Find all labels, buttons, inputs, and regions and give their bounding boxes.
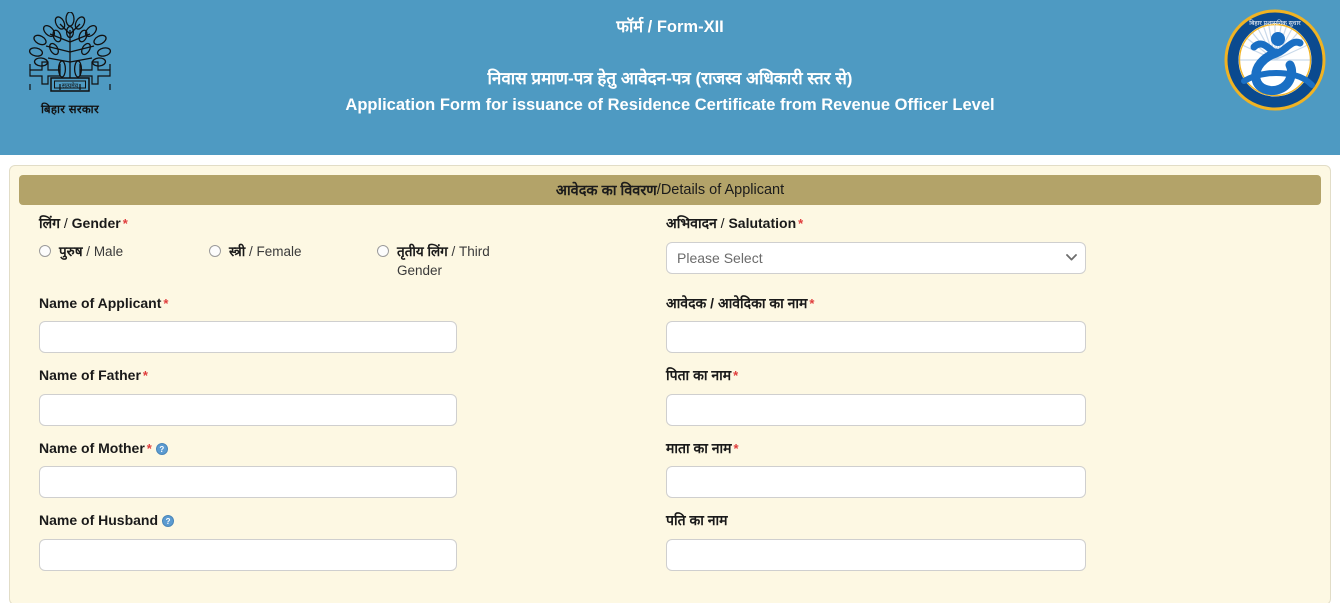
gender-third-hindi: तृतीय लिंग [397,243,448,259]
section-title-english: Details of Applicant [660,182,785,198]
applicant-name-label: Name of Applicant * [39,295,666,313]
page-header: सत्यमेव बिहार सरकार फॉर्म / Form-XII निव… [0,0,1340,155]
gender-required-marker: * [122,216,128,231]
applicant-name-hindi-field-group: आवेदक / आवेदिका का नाम * [666,281,1301,354]
father-name-required-marker: * [142,368,148,384]
gender-label-separator: / [60,215,72,231]
form-subtitle-hindi: निवास प्रमाण-पत्र हेतु आवेदन-पत्र (राजस्… [487,68,853,88]
salutation-required-marker: * [798,216,804,231]
header-titles: फॉर्म / Form-XII निवास प्रमाण-पत्र हेतु … [290,0,1050,116]
mother-name-label-hindi: माता का नाम [666,439,732,456]
husband-name-input[interactable] [39,538,457,571]
gender-label: लिंग / Gender * [39,215,666,233]
applicant-name-label-hindi-wrap: आवेदक / आवेदिका का नाम * [666,295,1301,313]
bihar-government-emblem: सत्यमेव बिहार सरकार [14,12,126,127]
gender-male-english: Male [93,243,124,259]
page-body: आवेदक का विवरण / Details of Applicant लि… [0,155,1340,603]
gender-male-separator: / [82,243,94,259]
salutation-select[interactable]: Please Select [666,241,1086,274]
gender-field-group: लिंग / Gender * पुरुष / Male स्त्री / Fem… [39,205,666,281]
applicant-form-grid: लिंग / Gender * पुरुष / Male स्त्री / Fem… [19,205,1321,571]
gender-female-separator: / [245,243,257,259]
section-header-applicant-details: आवेदक का विवरण / Details of Applicant [19,175,1321,205]
gender-label-english: Gender [71,215,121,231]
husband-name-field-group: Name of Husband? [39,498,666,571]
form-number-title: फॉर्म / Form-XII [616,18,724,36]
husband-name-hindi-input[interactable] [666,538,1086,571]
father-name-hindi-field-group: पिता का नाम * [666,353,1301,426]
radio-icon-male[interactable] [39,244,51,257]
applicant-name-hindi-input[interactable] [666,321,1086,354]
mother-name-label: Name of Mother *? [39,440,666,458]
husband-name-hindi-field-group: पति का नाम [666,498,1301,571]
gender-option-third-gender-label[interactable]: तृतीय लिंग / Third Gender [397,242,537,281]
husband-name-label-hindi-wrap: पति का नाम [666,512,1301,530]
gender-female-english: Female [256,243,302,259]
gender-option-third-gender[interactable]: तृतीय लिंग / Third Gender [377,242,537,281]
mother-name-hindi-required-marker: * [733,440,739,456]
applicant-name-field-group: Name of Applicant * [39,281,666,354]
applicant-name-label-english: Name of Applicant [39,294,162,311]
help-icon-mother-name[interactable]: ? [155,442,168,455]
mother-name-required-marker: * [146,440,152,456]
gender-option-female-label[interactable]: स्त्री / Female [229,242,301,262]
gender-radio-group[interactable]: पुरुष / Male स्त्री / Female तृतीय लिंग … [39,242,666,281]
applicant-name-input[interactable] [39,321,457,354]
bpsm-mission-logo: बिहार प्रशासनिक सुधार [1224,9,1326,111]
mother-name-label-english: Name of Mother [39,439,145,456]
radio-icon-third-gender[interactable] [377,244,389,257]
gender-option-female[interactable]: स्त्री / Female [209,242,377,262]
gender-option-male-label[interactable]: पुरुष / Male [59,242,123,262]
husband-name-label-english: Name of Husband [39,512,159,529]
section-title-hindi: आवेदक का विवरण [555,183,657,199]
svg-text:बिहार प्रशासनिक सुधार: बिहार प्रशासनिक सुधार [1249,19,1301,27]
father-name-input[interactable] [39,393,457,426]
father-name-hindi-input[interactable] [666,393,1086,426]
applicant-name-hindi-required-marker: * [809,295,815,311]
mother-name-hindi-field-group: माता का नाम * [666,426,1301,499]
mother-name-field-group: Name of Mother *? [39,426,666,499]
salutation-field-group: अभिवादन / Salutation * Please Select [666,205,1301,281]
father-name-field-group: Name of Father * [39,353,666,426]
salutation-label-english: Salutation [728,215,797,231]
applicant-name-label-hindi: आवेदक / आवेदिका का नाम [666,294,808,311]
father-name-hindi-required-marker: * [733,368,739,384]
applicant-details-card: आवेदक का विवरण / Details of Applicant लि… [9,165,1331,603]
salutation-label: अभिवादन / Salutation * [666,215,1301,233]
father-name-label: Name of Father * [39,367,666,385]
gender-label-hindi: लिंग [39,215,60,231]
mother-name-label-hindi-wrap: माता का नाम * [666,440,1301,458]
mother-name-hindi-input[interactable] [666,466,1086,499]
gender-third-separator: / [447,243,459,259]
gender-female-hindi: स्त्री [229,243,246,259]
husband-name-label-hindi: पति का नाम [666,512,728,529]
radio-icon-female[interactable] [209,244,221,257]
help-icon-husband-name[interactable]: ? [162,515,175,528]
mother-name-input[interactable] [39,466,457,499]
salutation-select-wrapper[interactable]: Please Select [666,241,1086,274]
father-name-label-english: Name of Father [39,367,141,384]
husband-name-label: Name of Husband? [39,512,666,530]
salutation-label-hindi: अभिवादन [666,215,717,231]
father-name-label-hindi: पिता का नाम [666,367,732,384]
salutation-label-separator: / [716,215,729,231]
gender-male-hindi: पुरुष [59,243,83,259]
applicant-name-required-marker: * [163,295,169,311]
father-name-label-hindi-wrap: पिता का नाम * [666,367,1301,385]
gender-option-male[interactable]: पुरुष / Male [39,242,209,262]
svg-text:सत्यमेव: सत्यमेव [62,82,79,90]
emblem-caption: बिहार सरकार [41,104,99,116]
form-subtitle-english: Application Form for issuance of Residen… [345,95,995,114]
